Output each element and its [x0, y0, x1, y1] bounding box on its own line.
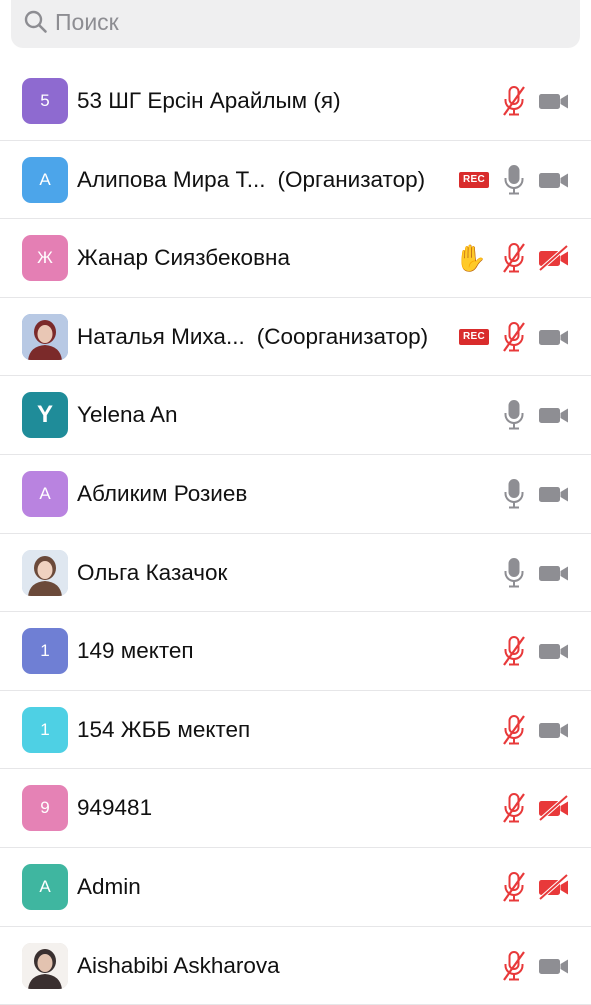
video-off-icon [537, 872, 571, 902]
participant-name-text: Абликим Розиев [77, 480, 248, 506]
participant-name-text: 154 ЖББ мектеп [77, 716, 251, 742]
participant-name-text: Aishabibi Askharova [77, 952, 280, 978]
participant-row[interactable]: 9 949481 [0, 769, 591, 848]
search-input[interactable] [55, 8, 535, 36]
participant-status-icons [501, 556, 571, 590]
avatar: А [22, 470, 68, 517]
participant-status-icons: REC [459, 163, 571, 197]
raised-hand-icon: ✋ [454, 243, 487, 274]
participant-name-text: 53 ШГ Ерсін Арайлым (я) [77, 88, 341, 113]
avatar-photo [22, 313, 68, 360]
participant-name: Абликим Розиев [77, 481, 247, 507]
participant-row[interactable]: 1 154 ЖББ мектеп [0, 691, 591, 770]
mic-muted-icon [501, 791, 527, 825]
participant-name: 154 ЖББ мектеп [77, 717, 250, 743]
participant-row[interactable]: А Алипова Мира Т... (Организатор) REC [0, 141, 591, 220]
avatar: Ж [22, 235, 68, 282]
participant-status-icons [501, 870, 571, 904]
participant-name: Yelena An [77, 402, 178, 428]
mic-muted-icon [501, 713, 527, 747]
video-icon [537, 322, 571, 352]
participant-status-icons [501, 634, 571, 668]
participant-status-icons [501, 84, 571, 118]
recording-badge: REC [459, 328, 489, 345]
video-icon [537, 951, 571, 981]
avatar: А [22, 156, 68, 203]
video-icon [537, 479, 571, 509]
mic-muted-icon [501, 870, 527, 904]
avatar: A [22, 863, 68, 910]
participant-status-icons [501, 398, 571, 432]
video-off-icon [537, 793, 571, 823]
participant-name-text: Наталья Миха... [77, 323, 245, 349]
mic-icon [501, 556, 527, 590]
participant-status-icons: ✋ [455, 241, 571, 275]
avatar: 5 [22, 78, 68, 124]
participant-name-text: Admin [77, 873, 141, 899]
mic-muted-icon [501, 634, 527, 668]
mic-icon [501, 163, 527, 197]
avatar: Y [22, 392, 68, 439]
avatar: 1 [22, 628, 68, 675]
participant-status-icons [501, 477, 571, 511]
participant-name-text: 949481 [77, 795, 153, 821]
participant-status-icons [501, 713, 571, 747]
search-bar[interactable] [11, 0, 580, 48]
participant-name: Ольга Казачок [77, 560, 227, 586]
participant-row[interactable]: А Абликим Розиев [0, 455, 591, 534]
mic-icon [501, 477, 527, 511]
video-icon [537, 715, 571, 745]
participant-row[interactable]: Ж Жанар Сиязбековна ✋ [0, 219, 591, 298]
participant-name: 53 ШГ Ерсін Арайлым (я) [77, 88, 341, 114]
video-icon [537, 86, 571, 116]
participant-name-text: Жанар Сиязбековна [77, 245, 290, 271]
video-icon [537, 165, 571, 195]
mic-muted-icon [501, 320, 527, 354]
avatar: 9 [22, 785, 68, 832]
participant-name-text: 149 мектеп [77, 638, 194, 664]
participant-name-text: Yelena An [77, 402, 178, 428]
participant-row[interactable]: A Admin [0, 848, 591, 927]
participant-name: Admin [77, 874, 141, 900]
avatar-photo [22, 549, 68, 596]
search-icon [23, 9, 49, 35]
participant-status-icons: REC [459, 320, 571, 354]
mic-muted-icon [501, 949, 527, 983]
recording-badge: REC [459, 171, 489, 188]
participant-row[interactable]: 1 149 мектеп [0, 612, 591, 691]
mic-muted-icon [501, 84, 527, 118]
participant-name: 149 мектеп [77, 638, 194, 664]
participant-role: (Организатор) [277, 166, 426, 192]
avatar: 1 [22, 706, 68, 753]
participant-list: 5 53 ШГ Ерсін Арайлым (я) А Алипова Мира Т.… [0, 62, 591, 1005]
avatar-photo [22, 942, 68, 989]
participant-name-text: Ольга Казачок [77, 559, 228, 585]
video-icon [537, 400, 571, 430]
participant-row[interactable]: 5 53 ШГ Ерсін Арайлым (я) [0, 62, 591, 141]
participant-status-icons [501, 949, 571, 983]
participant-row[interactable]: Y Yelena An [0, 376, 591, 455]
video-icon [537, 558, 571, 588]
participant-name: Aishabibi Askharova [77, 953, 280, 979]
participant-row[interactable]: Ольга Казачок [0, 534, 591, 613]
participant-name: Алипова Мира Т... (Организатор) [77, 167, 425, 193]
participant-status-icons [501, 791, 571, 825]
video-icon [537, 636, 571, 666]
mic-muted-icon [501, 241, 527, 275]
participant-row[interactable]: Наталья Миха... (Соорганизатор) REC [0, 298, 591, 377]
participant-name-text: Алипова Мира Т... [77, 166, 266, 192]
participant-row[interactable]: Aishabibi Askharova [0, 927, 591, 1005]
mic-icon [501, 398, 527, 432]
participant-name: Наталья Миха... (Соорганизатор) [77, 324, 428, 350]
participant-role: (Соорганизатор) [256, 323, 429, 349]
participant-name: Жанар Сиязбековна [77, 245, 290, 271]
participant-name: 949481 [77, 795, 152, 821]
video-off-icon [537, 243, 571, 273]
